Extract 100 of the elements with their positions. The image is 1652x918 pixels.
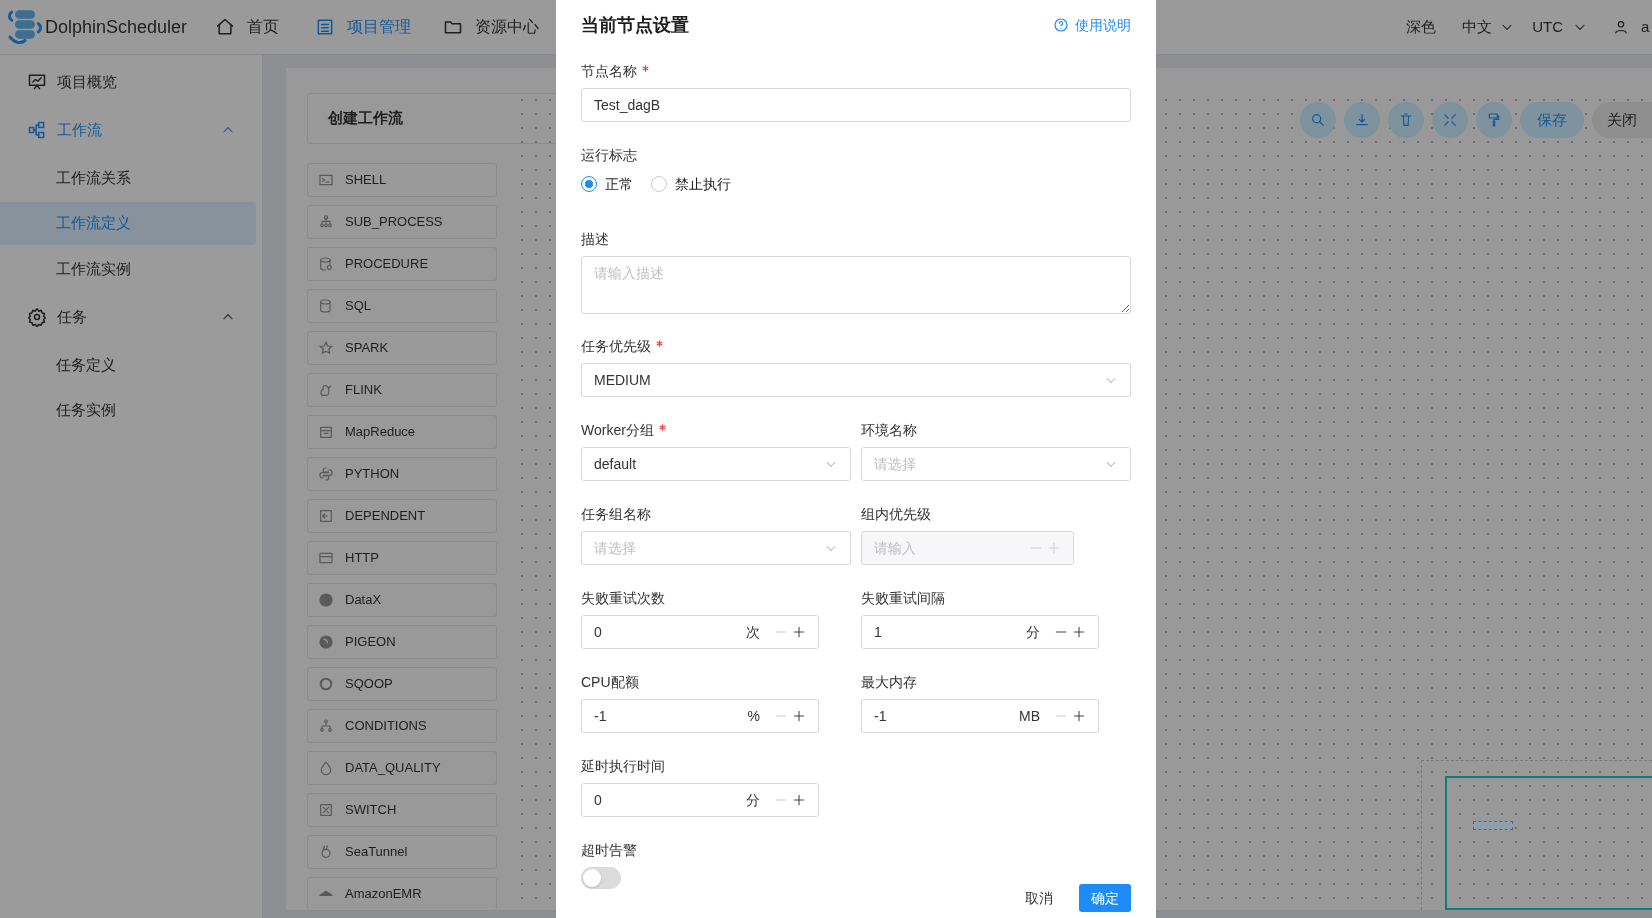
task-type-item[interactable]: AmazonEMR (307, 877, 497, 911)
task-type-item[interactable]: SQOOP (307, 667, 497, 701)
star-icon (318, 340, 334, 356)
field-label: 任务组名称 (581, 504, 651, 524)
task-type-item[interactable]: PYTHON (307, 457, 497, 491)
theme-toggle[interactable]: 深色 (1406, 15, 1437, 39)
field-label: 任务优先级 (581, 336, 651, 356)
task-type-item[interactable]: CONDITIONS (307, 709, 497, 743)
list-icon (315, 17, 335, 37)
field-label: 节点名称 (581, 61, 637, 81)
dialog-button[interactable]: 取消 (1013, 884, 1065, 912)
gear-icon (27, 307, 47, 327)
canvas-tool-button[interactable] (1344, 102, 1380, 138)
task-type-item[interactable]: SeaTunnel (307, 835, 497, 869)
logo-icon (5, 7, 45, 47)
nav-tab[interactable]: 资源中心 (443, 15, 543, 39)
python-icon (318, 466, 334, 482)
field-label: Worker分组 (581, 420, 654, 440)
number-input[interactable]: 0 分 (581, 783, 819, 817)
plus-icon (792, 793, 806, 807)
canvas-tool-button[interactable] (1476, 102, 1512, 138)
unit-label: MB (1019, 706, 1040, 726)
number-input[interactable]: -1 MB (861, 699, 1099, 733)
unit-label: % (747, 706, 760, 726)
unit-label: 次 (746, 622, 760, 642)
task-type-item[interactable]: MapReduce (307, 415, 497, 449)
unit-label: 分 (746, 790, 760, 810)
field-label: 延时执行时间 (581, 756, 665, 776)
task-type-item[interactable]: SQL (307, 289, 497, 323)
app-logo-text: DolphinScheduler (45, 15, 188, 39)
task-type-item[interactable]: DATA_QUALITY (307, 751, 497, 785)
search-icon (1310, 112, 1326, 128)
branch-icon (318, 718, 334, 734)
dialog-button[interactable]: 确定 (1079, 884, 1131, 912)
drop-icon (318, 760, 334, 776)
canvas-tool-button[interactable] (1300, 102, 1336, 138)
field-label: 描述 (581, 229, 609, 249)
number-input[interactable]: -1 % (581, 699, 819, 733)
select-field[interactable]: MEDIUM (581, 363, 1131, 397)
database-icon (318, 256, 334, 272)
plus-icon (1047, 541, 1061, 555)
unit-label: 分 (1026, 622, 1040, 642)
database-icon (318, 298, 334, 314)
user-icon (1613, 19, 1629, 35)
help-link[interactable]: 使用说明 (1053, 14, 1131, 36)
circle-icon (318, 592, 334, 608)
canvas-action-button[interactable]: 关闭 (1592, 102, 1652, 138)
task-type-item[interactable]: SWITCH (307, 793, 497, 827)
timezone-dropdown[interactable]: UTC (1532, 15, 1587, 39)
canvas-tool-button[interactable] (1432, 102, 1468, 138)
radio-option[interactable]: 禁止执行 (651, 173, 731, 195)
description-textarea[interactable]: 请输入描述 (581, 256, 1131, 314)
field-label: CPU配额 (581, 672, 639, 692)
number-input[interactable]: 1 分 (861, 615, 1099, 649)
delete-icon (1398, 112, 1414, 128)
field-label: 最大内存 (861, 672, 917, 692)
switch-icon (318, 802, 334, 818)
plus-icon (1072, 709, 1086, 723)
task-type-item[interactable]: SPARK (307, 331, 497, 365)
task-type-item[interactable]: PIGEON (307, 625, 497, 659)
canvas-tool-button[interactable] (1388, 102, 1424, 138)
sidebar-subitem[interactable]: 任务实例 (0, 389, 256, 432)
task-type-item[interactable]: DataX (307, 583, 497, 617)
ring-icon (318, 676, 334, 692)
home-icon (215, 17, 235, 37)
select-field[interactable]: default (581, 447, 851, 481)
task-type-item[interactable]: FLINK (307, 373, 497, 407)
plus-icon (792, 709, 806, 723)
plus-icon (792, 625, 806, 639)
task-type-item[interactable]: PROCEDURE (307, 247, 497, 281)
help-icon (1053, 17, 1069, 33)
window-icon (318, 550, 334, 566)
toggle-switch[interactable] (581, 867, 621, 889)
task-type-item[interactable]: SHELL (307, 163, 497, 197)
sidebar-subitem[interactable]: 工作流实例 (0, 247, 256, 291)
field-label: 组内优先级 (861, 504, 931, 524)
number-input[interactable]: 0 次 (581, 615, 819, 649)
field-label: 失败重试间隔 (861, 588, 945, 608)
sidebar-item[interactable]: 任务 (0, 293, 262, 341)
task-type-item[interactable]: SUB_PROCESS (307, 205, 497, 239)
sidebar-subitem[interactable]: 任务定义 (0, 343, 256, 387)
text-input[interactable]: Test_dagB (581, 88, 1131, 122)
language-dropdown[interactable]: 中文 (1462, 15, 1515, 39)
terminal-icon (318, 172, 334, 188)
nav-tab[interactable]: 首页 (215, 15, 315, 39)
sidebar-item[interactable]: 项目概览 (0, 58, 262, 106)
sidebar-subitem[interactable]: 工作流关系 (0, 156, 256, 200)
minimap-node (1473, 821, 1513, 830)
field-label: 超时告警 (581, 840, 637, 860)
minimap-viewport[interactable] (1445, 776, 1652, 910)
paint-roller-icon (1486, 112, 1502, 128)
field-label: 环境名称 (861, 420, 917, 440)
radio-option[interactable]: 正常 (581, 173, 633, 195)
field-label: 失败重试次数 (581, 588, 665, 608)
user-name[interactable]: a (1641, 15, 1652, 39)
task-type-item[interactable]: HTTP (307, 541, 497, 575)
field-label: 运行标志 (581, 145, 637, 165)
task-type-item[interactable]: DEPENDENT (307, 499, 497, 533)
download-icon (1354, 112, 1370, 128)
fullscreen-icon (1442, 112, 1458, 128)
